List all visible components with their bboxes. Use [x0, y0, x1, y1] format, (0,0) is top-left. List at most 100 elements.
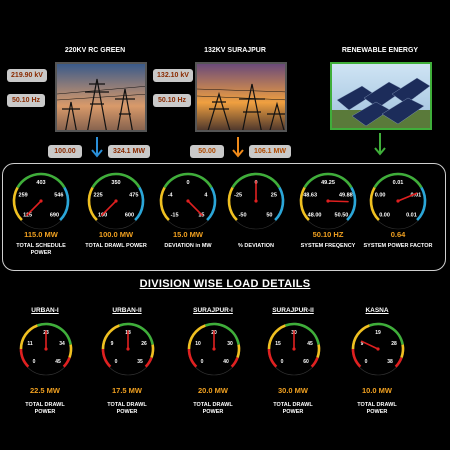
summary-gauge-1-value: 115.0 MW: [24, 230, 58, 239]
zone-gauge-3-tick-label: 40: [223, 359, 229, 365]
zone-gauge-4-dial: 301545060: [267, 322, 321, 376]
renewable-flow-arrow-icon: [374, 133, 386, 156]
zone-gauge-5-tick-label: 19: [375, 330, 381, 336]
summary-gauge-2-tick-label: 475: [129, 193, 138, 199]
zone-gauge-3-label: TOTAL DRAWL POWER: [193, 402, 233, 415]
summary-gauge-2-tick-label: 600: [125, 212, 134, 218]
zone-gauge-2-value: 17.5 MW: [111, 386, 142, 395]
summary-gauge-5-tick-label: 48.00: [308, 212, 322, 218]
zone-gauge-4-needle-hub: [292, 347, 296, 351]
summary-gauge-6-dial: 0.010.00 0.010.00 0.01: [369, 172, 427, 230]
summary-gauge-2-value: 100.0 MW: [98, 230, 134, 239]
summary-gauge-1-tick-label: 259: [19, 193, 28, 199]
summary-gauge-2-needle-hub: [114, 199, 118, 203]
zone-gauge-3-title: SURAJPUR-I: [193, 307, 233, 314]
summary-gauge-3-dial: 0-44-1515: [159, 172, 217, 230]
zone-gauge-1-needle-hub: [44, 347, 48, 351]
summary-gauge-4-tick-label: -50: [239, 212, 247, 218]
zone-gauge-2-tick-label: 35: [137, 359, 143, 365]
summary-gauge-1-needle-hub: [39, 199, 43, 203]
summary-gauge-4-tick-label: -25: [234, 193, 242, 199]
zone-gauge-2-title: URBAN-II: [112, 307, 142, 314]
zone-gauge-2-needle-hub: [126, 347, 130, 351]
summary-gauge-1-label: TOTAL SCHEDULE POWER: [16, 243, 66, 256]
summary-gauge-2-tick-label: 350: [111, 180, 120, 186]
zone-gauge-1-arc-segment: [68, 344, 73, 358]
summary-gauge-4-tick-label: 25: [271, 193, 277, 199]
zone-gauge-5-arc-segment: [400, 344, 405, 358]
zone-gauge-3-needle-hub: [212, 347, 216, 351]
summary-gauge-3-value: 15.0 MW: [172, 230, 203, 239]
summary-gauge-5-needle-hub: [326, 199, 330, 203]
rc-green-voltage-readout: 219.90 kV: [7, 69, 47, 82]
zone-gauge-3-tick-label: 0: [201, 359, 204, 365]
summary-gauge-5-tick-label: 49.88: [339, 193, 353, 199]
zone-gauge-5-needle-hub: [376, 347, 380, 351]
zone-gauge-2-tick-label: 0: [115, 359, 118, 365]
summary-gauge-1-tick-label: 403: [36, 180, 45, 186]
rc-green-flow-left: 100.00: [48, 145, 82, 158]
zone-gauge-1-tick-label: 45: [55, 359, 61, 365]
zone-gauge-2-label: TOTAL DRAWL POWER: [107, 402, 147, 415]
summary-gauge-3-tick-label: -15: [171, 212, 179, 218]
zone-gauge-5-value: 10.0 MW: [361, 386, 392, 395]
zone-gauge-2-tick-label: 26: [141, 341, 147, 347]
zone-gauge-1-tick-label: 34: [59, 341, 65, 347]
zone-gauge-5-tick-label: 28: [391, 341, 397, 347]
zone-gauge-2-arc-segment: [150, 344, 155, 358]
surajpur-flow-right: 106.1 MW: [249, 145, 291, 158]
surajpur-frequency-readout: 50.10 Hz: [153, 94, 191, 107]
surajpur-voltage-readout: 132.10 kV: [153, 69, 193, 82]
summary-gauge-1-tick-label: 546: [54, 193, 63, 199]
rc-green-flow-right: 324.1 MW: [108, 145, 150, 158]
summary-gauge-1-tick-label: 690: [50, 212, 59, 218]
summary-gauge-5-tick-label: 50.50: [335, 212, 349, 218]
summary-gauge-6-tick-label: 0.00: [375, 193, 386, 199]
zone-gauge-5-tick-label: 0: [365, 359, 368, 365]
zone-gauge-5-title: KASNA: [365, 307, 389, 314]
zone-gauge-3-value: 20.0 MW: [197, 386, 228, 395]
summary-gauge-5-tick-label: 49.25: [321, 180, 335, 186]
source-title-renewable: RENEWABLE ENERGY: [341, 47, 419, 54]
surajpur-flow-arrow-icon: [232, 137, 244, 158]
summary-gauge-5-tick-label: 48.63: [303, 193, 317, 199]
summary-gauge-6-tick-label: 0.00: [379, 212, 390, 218]
zone-gauge-2-tick-label: 9: [111, 341, 114, 347]
summary-gauge-4-dial: 0-2525-5050: [227, 172, 285, 230]
summary-gauge-6-label: SYSTEM POWER FACTOR: [363, 243, 433, 249]
zone-gauge-3-dial: 201030040: [187, 322, 241, 376]
summary-gauge-6-tick-label: 0.01: [406, 212, 417, 218]
surajpur-flow-left: 50.00: [190, 145, 224, 158]
zone-gauge-1-dial: 231134045: [19, 322, 73, 376]
summary-gauge-5-value: 50.10 HZ: [312, 230, 344, 239]
zone-gauge-3-tick-label: 30: [227, 341, 233, 347]
zone-gauge-4-tick-label: 60: [303, 359, 309, 365]
zone-gauge-4-tick-label: 0: [281, 359, 284, 365]
summary-gauge-1-dial: 403259546115690: [12, 172, 70, 230]
source-title-rc-green: 220KV RC GREEN: [64, 47, 126, 54]
summary-gauge-5-label: SYSTEM FREQENCY: [300, 243, 356, 249]
summary-gauge-3-needle-hub: [186, 199, 190, 203]
surajpur-substation-image: [195, 62, 287, 132]
renewable-energy-image: [330, 62, 432, 130]
summary-gauge-6-needle-hub: [396, 199, 400, 203]
zone-gauge-5-dial: 199 280 38: [351, 322, 405, 376]
zone-gauge-4-label: TOTAL DRAWL POWER: [273, 402, 313, 415]
zone-gauge-1-tick-label: 11: [27, 341, 33, 347]
zone-gauge-3-arc-segment: [236, 344, 241, 358]
zone-gauge-4-value: 30.0 MW: [277, 386, 308, 395]
zone-gauge-1-value: 22.5 MW: [29, 386, 60, 395]
zone-gauge-3-tick-label: 10: [195, 341, 201, 347]
summary-gauge-4-needle-hub: [254, 199, 258, 203]
source-title-surajpur: 132KV SURAJPUR: [204, 47, 266, 54]
rc-green-flow-arrow-icon: [91, 137, 103, 158]
zone-gauge-1-label: TOTAL DRAWL POWER: [25, 402, 65, 415]
zone-gauge-1-title: URBAN-I: [31, 307, 59, 314]
zone-gauge-4-arc-segment: [316, 344, 321, 358]
summary-gauge-3-tick-label: 0: [186, 180, 189, 186]
zone-gauge-1-tick-label: 0: [33, 359, 36, 365]
summary-gauge-2-tick-label: 225: [94, 193, 103, 199]
summary-gauge-2-label: TOTAL DRAWL POWER: [85, 243, 147, 249]
summary-gauge-5-needle: [327, 200, 349, 203]
summary-gauge-4-label: % DEVIATION: [238, 243, 274, 249]
